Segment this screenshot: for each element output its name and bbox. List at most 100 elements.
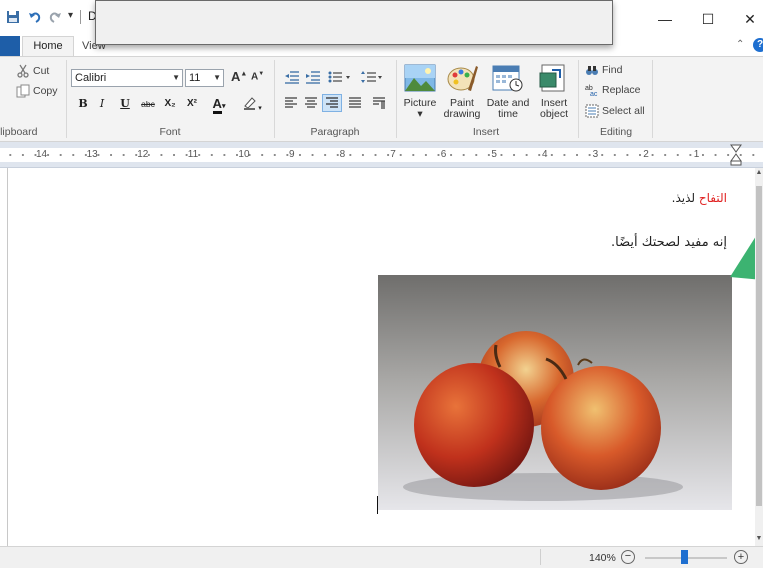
select-all-button[interactable]: Select all	[585, 102, 645, 120]
undo-icon[interactable]	[28, 10, 42, 24]
paint-label-line2: drawing	[443, 108, 481, 120]
strikethrough-button[interactable]: abc	[138, 96, 158, 112]
svg-text:ac: ac	[590, 91, 598, 97]
paint-drawing-label: Paint drawing	[436, 98, 488, 120]
clipboard-group-label: Clipboard	[0, 126, 60, 140]
italic-button[interactable]: I	[94, 96, 110, 112]
font-family-select[interactable]: Calibri ▼	[71, 69, 183, 87]
align-right-icon	[325, 97, 339, 112]
superscript-button[interactable]: X²	[183, 96, 201, 112]
chevron-down-icon: ▼	[213, 73, 221, 82]
minimize-button[interactable]: —	[645, 8, 685, 30]
ruler-number: 7	[390, 149, 396, 160]
save-icon[interactable]	[6, 10, 20, 24]
copy-button[interactable]: Copy	[16, 82, 58, 100]
date-time-line2: time	[498, 108, 518, 120]
collapse-ribbon-icon[interactable]: ⌃	[736, 39, 744, 50]
tab-home[interactable]: Home	[22, 36, 74, 57]
justify-icon[interactable]	[348, 97, 362, 112]
align-center-icon[interactable]	[304, 97, 318, 112]
zoom-slider-thumb[interactable]	[680, 550, 688, 564]
ruler-number: 8	[339, 149, 346, 160]
ruler-number: 4	[542, 149, 548, 160]
group-divider	[578, 60, 579, 138]
help-icon[interactable]: ?	[753, 38, 763, 52]
ruler-number: 10	[238, 149, 250, 160]
underline-button[interactable]: U	[117, 96, 133, 112]
insert-object-button[interactable]: Insert object	[534, 62, 574, 122]
shrink-font-button[interactable]: A▼	[251, 71, 264, 82]
align-right-button[interactable]	[322, 94, 342, 112]
replace-label: Replace	[602, 84, 641, 96]
ruler-number: 12	[137, 149, 149, 160]
insert-picture-button[interactable]: Picture ▾	[400, 62, 440, 122]
copy-icon	[16, 84, 30, 98]
ruler-number: 2	[643, 149, 649, 160]
maximize-button[interactable]: ☐	[688, 8, 728, 30]
font-family-value: Calibri	[75, 72, 107, 84]
font-group-label: Font	[159, 126, 181, 138]
bold-button[interactable]: B	[75, 96, 91, 112]
scroll-up-icon[interactable]: ▲	[755, 169, 763, 176]
redo-icon[interactable]	[48, 10, 62, 24]
highlighter-icon	[242, 97, 258, 113]
customize-qat-icon[interactable]: ▾	[68, 10, 73, 21]
cut-label: Cut	[33, 65, 50, 77]
increase-indent-icon[interactable]	[305, 70, 321, 87]
page-margin-line	[7, 168, 8, 546]
find-button[interactable]: Find	[585, 61, 622, 79]
decrease-indent-icon[interactable]	[284, 70, 300, 87]
close-button[interactable]: ✕	[730, 8, 763, 30]
scrollbar-thumb[interactable]	[756, 186, 762, 506]
select-all-icon	[585, 104, 599, 118]
picture-icon	[404, 64, 436, 95]
zoom-in-button[interactable]: +	[734, 550, 748, 564]
date-time-label: Date and time	[482, 98, 534, 120]
insert-object-label: Insert object	[528, 98, 580, 120]
paragraph-settings-icon[interactable]	[372, 97, 386, 112]
ruler-number: 11	[187, 149, 199, 160]
subscript-button[interactable]: X₂	[161, 96, 179, 112]
scroll-down-icon[interactable]: ▼	[755, 535, 763, 542]
ruler-number: 5	[491, 149, 497, 160]
ruler-number: 9	[289, 149, 295, 160]
text-cursor	[377, 496, 378, 514]
apple-word: التفاح	[698, 191, 727, 205]
group-divider	[66, 60, 67, 138]
find-label: Find	[602, 64, 623, 76]
font-size-value: 11	[189, 72, 201, 84]
ruler-number: 14	[36, 149, 48, 160]
chevron-down-icon: ▼	[172, 73, 180, 82]
group-divider	[652, 60, 653, 138]
insert-object-line2: object	[539, 108, 569, 120]
cut-button[interactable]: Cut	[16, 62, 49, 80]
picture-label-text: Picture	[403, 97, 437, 109]
clipboard-group-text: Clipboard	[0, 126, 38, 138]
font-size-select[interactable]: 11 ▼	[185, 69, 224, 87]
zoom-out-button[interactable]: −	[621, 550, 635, 564]
apple-photo[interactable]	[378, 275, 732, 510]
insert-group-label: Insert	[472, 126, 500, 138]
document-line-2: إنه مفيد لصحتك أيضًا.	[611, 235, 727, 250]
wordpad-window: ▾ D — ☐ ✕ Home View ⌃ ? Cut Copy Clipboa…	[0, 0, 763, 568]
replace-button[interactable]: ab ac Replace	[585, 81, 641, 99]
font-color-label: A	[212, 96, 222, 114]
ruler-number: 13	[86, 149, 98, 160]
file-tab[interactable]	[0, 36, 20, 56]
ruler-number: 3	[592, 149, 599, 160]
paint-drawing-button[interactable]: Paint drawing	[442, 62, 482, 122]
copy-label: Copy	[33, 85, 58, 97]
document-line-1: التفاح لذيذ.	[672, 191, 727, 205]
binoculars-icon	[585, 63, 599, 77]
grow-font-button[interactable]: A▲	[231, 69, 247, 84]
overlay-dialog[interactable]	[95, 0, 613, 45]
date-time-button[interactable]: Date and time	[487, 62, 529, 122]
paint-palette-icon	[446, 64, 478, 95]
align-left-icon[interactable]	[284, 97, 298, 112]
indent-marker-icon[interactable]	[730, 144, 742, 169]
highlight-button[interactable]: ▾	[238, 96, 266, 112]
bullets-icon[interactable]	[328, 70, 352, 87]
line1-rest: لذيذ.	[671, 191, 699, 205]
line-spacing-icon[interactable]	[360, 70, 384, 87]
font-color-button[interactable]: A▾	[207, 96, 231, 114]
